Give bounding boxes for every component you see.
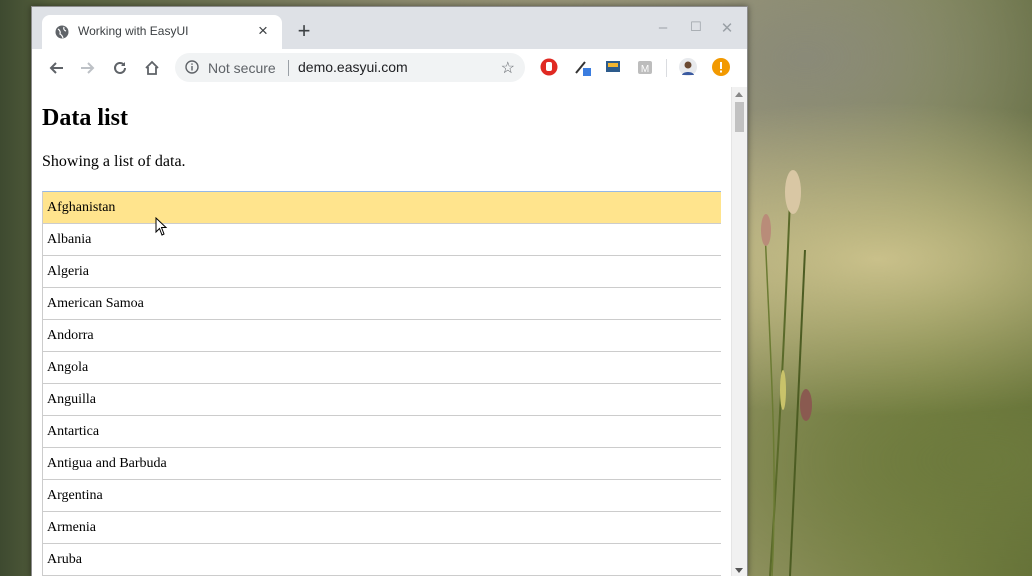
home-button[interactable] <box>141 57 163 79</box>
page-description: Showing a list of data. <box>42 153 186 170</box>
back-icon <box>49 62 63 74</box>
scroll-thumb[interactable] <box>735 102 744 132</box>
reload-icon <box>114 61 126 74</box>
tab-working-with-easyui[interactable]: Working with EasyUI × <box>42 15 282 49</box>
list-item[interactable]: Armenia <box>43 512 721 544</box>
page-title: Data list <box>42 105 128 131</box>
list-item[interactable]: Algeria <box>43 256 721 288</box>
scroll-up-arrow[interactable] <box>735 92 743 97</box>
security-label[interactable]: Not secure <box>208 60 276 76</box>
list-item[interactable]: Angola <box>43 352 721 384</box>
address-bar[interactable]: Not secure demo.easyui.com ☆ <box>175 53 525 82</box>
tab-title: Working with EasyUI <box>78 24 189 38</box>
list-item[interactable]: Aruba <box>43 544 721 576</box>
tab-close-icon[interactable]: × <box>253 21 273 41</box>
list-item[interactable]: Antartica <box>43 416 721 448</box>
alert-icon[interactable] <box>712 58 730 76</box>
stop-hand-icon[interactable] <box>540 58 558 76</box>
toolbar-separator <box>666 59 667 77</box>
globe-icon <box>55 25 69 39</box>
m-extension-icon[interactable]: M <box>636 58 654 76</box>
profile-avatar[interactable] <box>679 58 697 76</box>
scroll-down-arrow[interactable] <box>735 568 743 573</box>
browser-window: Working with EasyUI × + – ☐ ✕ Not secure… <box>31 6 748 576</box>
list-item[interactable]: Argentina <box>43 480 721 512</box>
eyedropper-icon[interactable] <box>573 58 591 76</box>
back-button[interactable] <box>45 57 67 79</box>
reload-button[interactable] <box>109 57 131 79</box>
forward-button[interactable] <box>77 57 99 79</box>
info-icon[interactable] <box>185 60 199 74</box>
maximize-button[interactable]: ☐ <box>687 19 705 35</box>
browser-toolbar: Not secure demo.easyui.com ☆ M <box>32 49 747 88</box>
home-icon <box>145 60 159 75</box>
mouse-cursor <box>155 217 168 236</box>
new-tab-button[interactable]: + <box>294 20 314 42</box>
svg-text:M: M <box>641 64 649 75</box>
star-icon[interactable]: ☆ <box>501 58 515 78</box>
list-item[interactable]: Anguilla <box>43 384 721 416</box>
data-list: Afghanistan Albania Algeria American Samoa A… <box>42 191 721 576</box>
list-item[interactable]: Afghanistan <box>43 192 721 224</box>
minimize-button[interactable]: – <box>654 19 672 36</box>
page-content: Data list Showing a list of data. Afghan… <box>32 87 747 576</box>
list-item[interactable]: American Samoa <box>43 288 721 320</box>
list-item[interactable]: Albania <box>43 224 721 256</box>
url-text[interactable]: demo.easyui.com <box>298 59 408 75</box>
window-close-button[interactable]: ✕ <box>718 19 736 37</box>
list-item[interactable]: Andorra <box>43 320 721 352</box>
forward-icon <box>81 62 95 74</box>
address-separator <box>288 60 289 76</box>
page-scrollbar[interactable] <box>731 87 747 576</box>
list-item[interactable]: Antigua and Barbuda <box>43 448 721 480</box>
tab-strip: Working with EasyUI × + – ☐ ✕ <box>32 7 747 49</box>
screen-icon[interactable] <box>604 58 622 76</box>
